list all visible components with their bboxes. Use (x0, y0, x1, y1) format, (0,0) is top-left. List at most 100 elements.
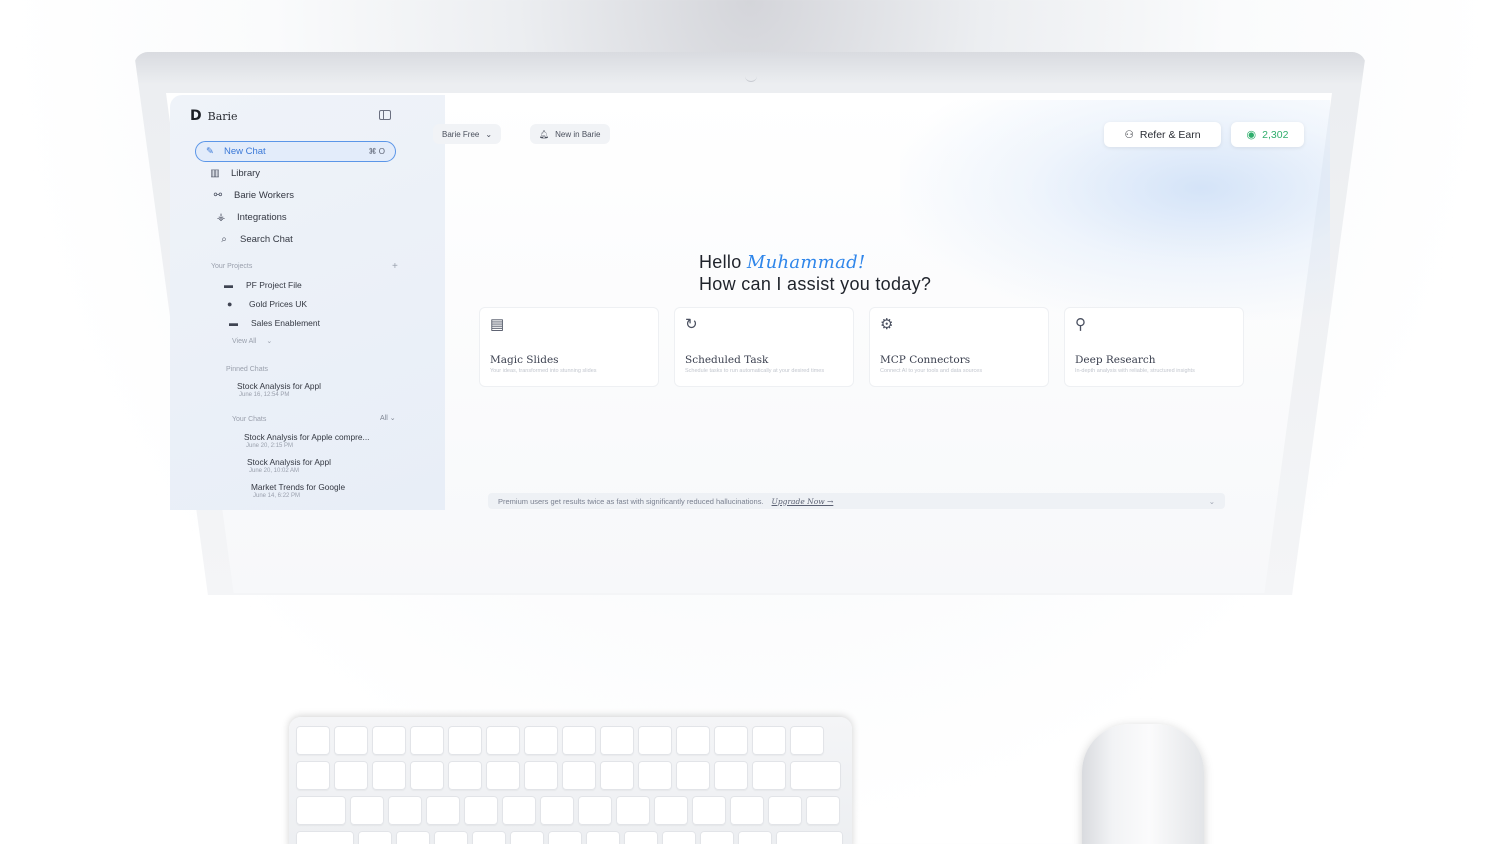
sidebar-item-integrations[interactable]: ⚶ Integrations (215, 212, 287, 223)
workers-icon: ⚯ (213, 190, 223, 201)
chats-filter-label: All (380, 415, 388, 422)
keyboard-key (434, 831, 468, 844)
keyboard-key (700, 831, 734, 844)
card-title: MCP Connectors (880, 354, 971, 366)
slides-icon: ▤ (490, 316, 505, 333)
project-item[interactable]: ▬ Sales Enablement (229, 318, 320, 328)
card-description: In-depth analysis with reliable, structu… (1075, 368, 1195, 374)
card-title: Deep Research (1075, 354, 1156, 366)
keyboard-key (388, 796, 422, 825)
upgrade-link[interactable]: Upgrade Now → (772, 497, 834, 506)
keyboard-key (296, 796, 346, 825)
keyboard-key (350, 796, 384, 825)
card-magic-slides[interactable]: ▤ Magic Slides Your ideas, transformed i… (479, 307, 659, 387)
whats-new-button[interactable]: 🔔︎ New in Barie (530, 124, 610, 144)
card-description: Schedule tasks to run automatically at y… (685, 368, 825, 374)
brand-logo-icon: D (190, 108, 202, 124)
refer-earn-button[interactable]: ⚇ Refer & Earn (1104, 122, 1221, 147)
keyboard-key (776, 831, 843, 844)
sidebar-item-library[interactable]: ▥ Library (209, 168, 260, 179)
keyboard-key (296, 831, 354, 844)
chat-item-title[interactable]: Market Trends for Google (251, 482, 345, 492)
project-label: PF Project File (246, 280, 302, 290)
card-description: Connect AI to your tools and data source… (880, 368, 983, 374)
view-all-label: View All (232, 337, 257, 345)
chats-section-label: Your Chats (232, 416, 267, 423)
chat-item-title[interactable]: Stock Analysis for Apple compre... (244, 432, 369, 442)
keyboard-key (448, 726, 482, 755)
project-item[interactable]: ● Gold Prices UK (227, 299, 307, 309)
new-chat-label: New Chat (223, 146, 266, 157)
integrations-icon: ⚶ (216, 212, 226, 223)
keyboard-key (502, 796, 536, 825)
keyboard-key (540, 796, 574, 825)
connectors-icon: ⚙ (880, 316, 894, 333)
refer-label: Refer & Earn (1139, 128, 1201, 141)
keyboard-key (524, 761, 558, 790)
card-mcp-connectors[interactable]: ⚙ MCP Connectors Connect AI to your tool… (869, 307, 1049, 387)
keyboard-key (426, 796, 460, 825)
keyboard-key (464, 796, 498, 825)
research-icon: ⚲ (1075, 316, 1086, 333)
brand[interactable]: D Barie (190, 108, 238, 124)
pinned-chat-title[interactable]: Stock Analysis for Appl (237, 381, 321, 391)
keyboard-row (296, 761, 841, 790)
sidebar-item-search-chat[interactable]: ⌕ Search Chat (218, 234, 293, 245)
keyboard-row (296, 796, 840, 825)
banner-text: Premium users get results twice as fast … (498, 496, 764, 506)
keyboard-key (730, 796, 764, 825)
credits-badge[interactable]: ◉ 2,302 (1231, 122, 1304, 147)
keyboard-key (768, 796, 802, 825)
chat-item-title[interactable]: Stock Analysis for Appl (247, 457, 331, 467)
model-select-label: Barie Free (442, 129, 480, 139)
chevron-down-icon: ⌄ (485, 129, 493, 139)
chevron-down-icon: ⌄ (266, 338, 273, 345)
keyboard-key (790, 761, 841, 790)
keyboard-key (638, 726, 672, 755)
folder-icon: ▬ (224, 280, 233, 290)
search-icon: ⌕ (221, 234, 227, 245)
edit-icon: ✎ (206, 146, 214, 157)
credits-value: 2,302 (1262, 128, 1289, 141)
chats-filter-select[interactable]: All ⌄ (380, 414, 396, 422)
globe-icon: ● (227, 299, 233, 309)
brand-name: Barie (207, 109, 238, 123)
keyboard-key (654, 796, 688, 825)
greeting-subtitle: How can I assist you today? (699, 274, 932, 294)
keyboard-key (410, 761, 444, 790)
card-scheduled-task[interactable]: ↻ Scheduled Task Schedule tasks to run a… (674, 307, 854, 387)
keyboard-key (372, 726, 406, 755)
keyboard-key (752, 761, 786, 790)
keyboard-key (372, 761, 406, 790)
chevron-down-icon[interactable]: ⌄ (1209, 497, 1215, 506)
keyboard-key (296, 726, 330, 755)
add-project-icon[interactable]: + (392, 261, 398, 272)
keyboard-key (624, 831, 658, 844)
keyboard-key (448, 761, 482, 790)
keyboard-key (714, 761, 748, 790)
new-chat-button[interactable]: ✎ New Chat ⌘ O (195, 141, 396, 162)
keyboard-key (562, 726, 596, 755)
keyboard-key (600, 761, 634, 790)
sidebar-item-barie-workers[interactable]: ⚯ Barie Workers (212, 190, 294, 201)
keyboard-key (472, 831, 506, 844)
keyboard-key (486, 761, 520, 790)
keyboard-key (662, 831, 696, 844)
schedule-icon: ↻ (685, 316, 698, 333)
keyboard-key (296, 761, 330, 790)
project-item[interactable]: ▬ PF Project File (224, 280, 302, 290)
whats-new-label: New in Barie (555, 129, 601, 139)
keyboard-key (600, 726, 634, 755)
sidebar-item-label: Library (231, 168, 261, 179)
card-deep-research[interactable]: ⚲ Deep Research In-depth analysis with r… (1064, 307, 1244, 387)
model-select[interactable]: Barie Free ⌄ (433, 124, 502, 144)
sidebar-item-label: Barie Workers (234, 190, 295, 201)
user-name: Muhammad! (746, 252, 866, 273)
sidebar-toggle-icon[interactable] (379, 110, 391, 120)
keyboard-key (586, 831, 620, 844)
library-icon: ▥ (210, 168, 220, 179)
upgrade-banner: Premium users get results twice as fast … (488, 493, 1225, 509)
sidebar-item-label: Integrations (237, 212, 287, 223)
keyboard-key (676, 761, 710, 790)
view-all-link[interactable]: View All ⌄ (232, 337, 273, 346)
